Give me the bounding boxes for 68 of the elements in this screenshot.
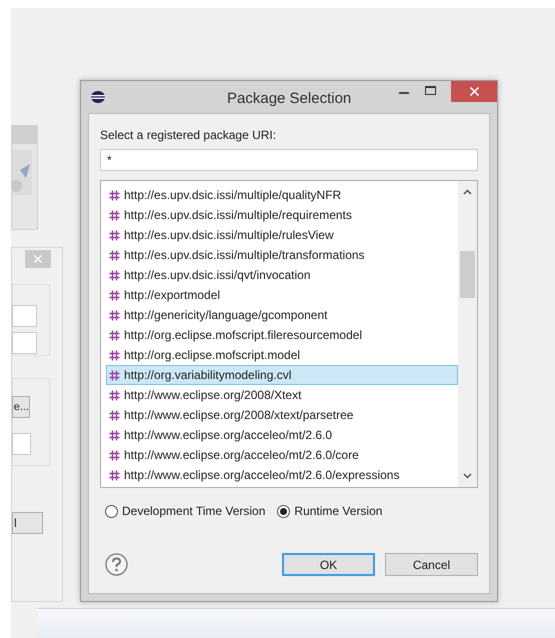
package-item[interactable]: http://www.eclipse.org/acceleo/mt/2.6.0/core	[106, 445, 458, 465]
radio-button[interactable]	[277, 504, 290, 518]
package-uri: http://www.eclipse.org/acceleo/mt/2.6.0/core	[124, 447, 359, 464]
input-field[interactable]	[12, 305, 37, 327]
package-uri: http://www.eclipse.org/2008/Xtext	[124, 387, 302, 404]
package-icon	[109, 230, 120, 240]
package-item[interactable]: http://www.eclipse.org/acceleo/mt/2.6.0/expressions	[106, 465, 458, 485]
package-icon	[109, 410, 120, 420]
scroll-thumb[interactable]	[460, 251, 475, 298]
maximize-icon[interactable]	[425, 86, 436, 95]
package-icon	[109, 350, 120, 360]
radio-label: Runtime Version	[294, 503, 382, 520]
package-icon	[109, 190, 120, 200]
package-icon	[109, 430, 120, 440]
input-field[interactable]	[12, 332, 37, 354]
dialog-button[interactable]: Cancel	[385, 553, 478, 576]
package-uri: http://org.variabilitymodeling.cvl	[124, 367, 292, 384]
prompt-label: Select a registered package URI:	[100, 127, 278, 144]
close-icon[interactable]	[470, 87, 478, 96]
window-title: Package Selection	[227, 89, 352, 109]
package-uri: http://exportmodel	[124, 287, 220, 304]
radio-label: Development Time Version	[122, 503, 266, 520]
input-field[interactable]	[12, 433, 31, 455]
radio-button[interactable]	[105, 504, 118, 518]
package-uri: http://genericity/language/gcomponent	[124, 307, 328, 324]
package-uri: http://www.eclipse.org/acceleo/mt/2.6.0/expressions	[124, 467, 400, 484]
package-icon	[109, 330, 120, 340]
package-uri: http://www.eclipse.org/2008/xtext/parsetree	[124, 407, 354, 424]
scroll-down-icon[interactable]	[463, 473, 472, 479]
package-uri: http://es.upv.dsic.issi/multiple/qualityNFR	[124, 187, 342, 204]
package-icon	[109, 310, 120, 320]
package-icon	[109, 250, 120, 260]
browse-button[interactable]: e...	[12, 396, 30, 418]
scrollbar[interactable]	[458, 181, 477, 487]
package-uri: http://org.eclipse.mofscript.model	[124, 347, 300, 364]
package-item[interactable]: http://www.eclipse.org/2008/Xtext	[106, 385, 458, 405]
action-button[interactable]: l	[12, 512, 43, 534]
eclipse-logo-icon	[91, 91, 105, 103]
package-icon	[109, 270, 120, 280]
package-item[interactable]: http://es.upv.dsic.issi/multiple/qualityNFR	[106, 185, 458, 205]
package-uri: http://es.upv.dsic.issi/multiple/rulesView	[124, 227, 334, 244]
package-item[interactable]: http://org.variabilitymodeling.cvl	[106, 365, 458, 385]
package-item[interactable]: http://genericity/language/gcomponent	[106, 305, 458, 325]
package-item[interactable]: http://www.eclipse.org/2008/xtext/parsetree	[106, 405, 458, 425]
package-icon	[109, 370, 120, 380]
package-item[interactable]: http://es.upv.dsic.issi/multiple/rulesView	[106, 225, 458, 245]
package-item[interactable]: http://es.upv.dsic.issi/multiple/transformations	[106, 245, 458, 265]
scroll-up-icon[interactable]	[463, 189, 472, 195]
package-icon	[109, 470, 120, 480]
package-item[interactable]: http://www.eclipse.org/acceleo/mt/2.6.0	[106, 425, 458, 445]
dialog-button[interactable]: OK	[282, 553, 375, 576]
package-icon	[109, 210, 120, 220]
help-icon[interactable]	[105, 553, 128, 576]
package-uri: http://es.upv.dsic.issi/qvt/invocation	[124, 267, 311, 284]
filter-field[interactable]: *	[100, 149, 478, 171]
package-icon	[109, 390, 120, 400]
package-uri: http://org.eclipse.mofscript.fileresourcemodel	[124, 327, 362, 344]
package-uri: http://es.upv.dsic.issi/multiple/transformations	[124, 247, 365, 264]
package-item[interactable]: http://org.eclipse.mofscript.fileresourcemodel	[106, 325, 458, 345]
package-item[interactable]: http://es.upv.dsic.issi/qvt/invocation	[106, 265, 458, 285]
package-item[interactable]: http://org.eclipse.mofscript.model	[106, 345, 458, 365]
package-uri: http://es.upv.dsic.issi/multiple/requirements	[124, 207, 352, 224]
package-icon	[109, 450, 120, 460]
package-icon	[109, 290, 120, 300]
close-button[interactable]	[451, 81, 497, 102]
package-uri: http://www.eclipse.org/acceleo/mt/2.6.0	[124, 427, 332, 444]
package-item[interactable]: http://es.upv.dsic.issi/multiple/requirements	[106, 205, 458, 225]
package-item[interactable]: http://exportmodel	[106, 285, 458, 305]
